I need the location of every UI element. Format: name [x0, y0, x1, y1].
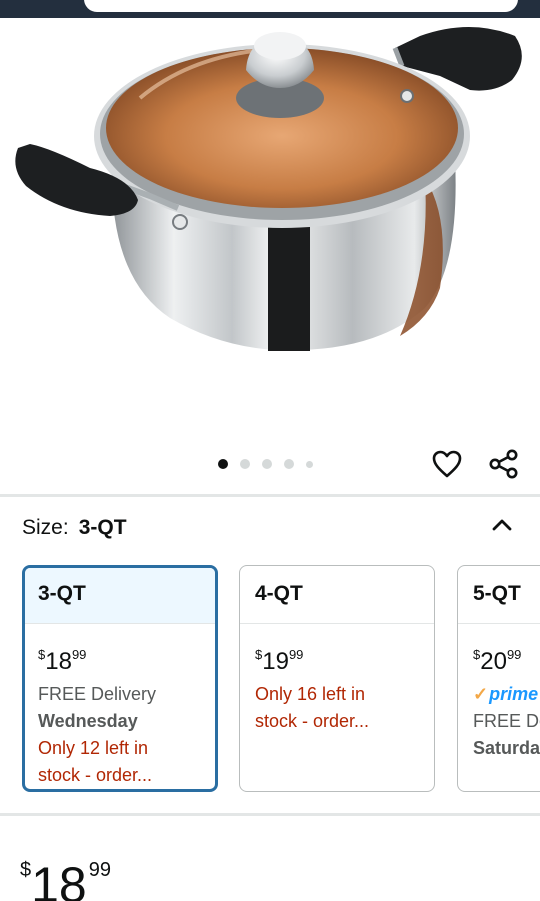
section-divider: [0, 813, 540, 816]
stock-warning-line2: stock - order...: [38, 765, 153, 785]
size-option-price: $2099: [473, 647, 522, 675]
size-option-price: $1999: [255, 647, 304, 675]
image-gallery[interactable]: [0, 18, 540, 495]
stock-warning-line1: Only 12 left in: [38, 738, 149, 758]
carousel-dots[interactable]: [218, 458, 313, 470]
prime-check-icon: ✓: [473, 684, 489, 704]
size-label: Size:: [22, 516, 69, 539]
carousel-dot-3[interactable]: [262, 459, 272, 469]
size-option-3qt[interactable]: 3-QT $1899 FREE Delivery Wednesday Only …: [22, 565, 218, 792]
size-option-4qt[interactable]: 4-QT $1999 Only 16 left in stock - order…: [239, 565, 435, 792]
size-option-5qt[interactable]: 5-QT $2099 ✓prime FREE De Saturda: [457, 565, 540, 792]
product-image[interactable]: [0, 18, 540, 378]
delivery-text: FREE Delivery: [38, 684, 157, 704]
section-divider: [0, 494, 540, 497]
size-option-price: $1899: [38, 647, 87, 675]
delivery-day: Saturda: [473, 738, 540, 758]
wishlist-button[interactable]: [430, 447, 464, 481]
carousel-dot-1[interactable]: [218, 459, 228, 469]
carousel-dot-5[interactable]: [306, 460, 313, 468]
size-selector-label: Size: 3-QT: [22, 516, 127, 540]
top-app-bar: [0, 0, 540, 18]
share-icon: [489, 449, 518, 479]
stock-warning-line2: stock - order...: [255, 711, 370, 731]
carousel-dot-4[interactable]: [284, 459, 294, 469]
size-option-name: 4-QT: [240, 566, 434, 624]
product-price: $18 99: [20, 857, 111, 901]
prime-badge: ✓prime: [473, 684, 539, 704]
search-bar[interactable]: [84, 0, 518, 12]
size-options: 3-QT $1899 FREE Delivery Wednesday Only …: [22, 565, 540, 793]
delivery-day: Wednesday: [38, 711, 138, 731]
size-option-name: 3-QT: [25, 568, 215, 624]
size-value: 3-QT: [78, 516, 127, 539]
heart-icon: [432, 450, 462, 478]
delivery-text: FREE De: [473, 711, 540, 731]
share-button[interactable]: [487, 447, 521, 481]
chevron-up-icon[interactable]: [489, 512, 515, 538]
size-option-name: 5-QT: [458, 566, 540, 624]
stock-warning-line1: Only 16 left in: [255, 684, 366, 704]
carousel-dot-2[interactable]: [240, 459, 250, 469]
